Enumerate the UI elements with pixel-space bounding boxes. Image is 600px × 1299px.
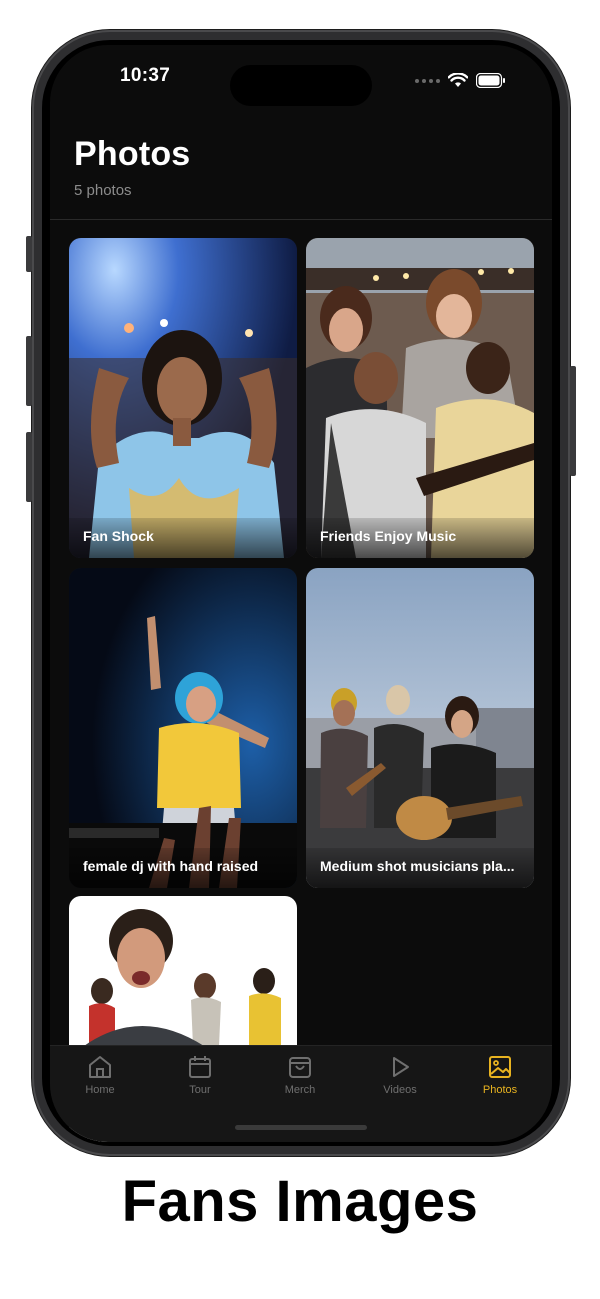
photo-caption: Medium shot musicians pla... [306, 848, 534, 888]
tab-merch[interactable]: Merch [250, 1054, 350, 1096]
photo-count: 5 photos [74, 182, 132, 199]
battery-icon [476, 73, 505, 88]
wifi-icon [448, 73, 468, 87]
photo-caption: female dj with hand raised [69, 848, 297, 888]
shopping-bag-icon [289, 1057, 311, 1078]
cellular-signal-icon [415, 78, 440, 83]
tab-photos[interactable]: Photos [450, 1054, 550, 1096]
tab-label: Photos [482, 1084, 518, 1096]
photo-fan-shock [69, 238, 297, 558]
volume-down-button [26, 432, 32, 502]
photo-card-musicians[interactable]: Medium shot musicians pla... [306, 568, 534, 888]
promo-caption: Fans Images [121, 1169, 479, 1234]
tab-tour[interactable]: Tour [150, 1054, 250, 1096]
header-divider [50, 219, 552, 220]
photo-card-female-dj[interactable]: female dj with hand raised [69, 568, 297, 888]
photo-card-fan-shock[interactable]: Fan Shock [69, 238, 297, 558]
tab-home[interactable]: Home [50, 1054, 150, 1096]
tab-label: Home [85, 1084, 115, 1096]
photo-musicians [306, 568, 534, 888]
volume-up-button [26, 336, 32, 406]
image-icon [489, 1056, 511, 1078]
photo-friends-enjoy-music [306, 238, 534, 558]
home-indicator[interactable] [235, 1125, 367, 1130]
photo-card-friends-enjoy-music[interactable]: Friends Enjoy Music [306, 238, 534, 558]
calendar-icon [189, 1056, 211, 1078]
photo-female-dj [69, 568, 297, 888]
tab-label: Videos [383, 1084, 417, 1096]
tab-label: Merch [284, 1084, 316, 1096]
home-icon [89, 1056, 111, 1078]
photo-caption: Fan Shock [69, 518, 297, 558]
dynamic-island [230, 65, 372, 106]
app-screen: 10:37 Photos 5 photos Fan Shock Friends … [50, 45, 552, 1142]
status-time: 10:37 [120, 65, 171, 86]
play-icon [393, 1057, 409, 1077]
power-button [570, 366, 576, 476]
mute-switch [26, 236, 32, 272]
tab-label: Tour [189, 1084, 211, 1096]
status-indicators [415, 73, 506, 88]
photo-caption: Friends Enjoy Music [306, 518, 534, 558]
tab-videos[interactable]: Videos [350, 1054, 450, 1096]
page-title: Photos [74, 135, 191, 173]
